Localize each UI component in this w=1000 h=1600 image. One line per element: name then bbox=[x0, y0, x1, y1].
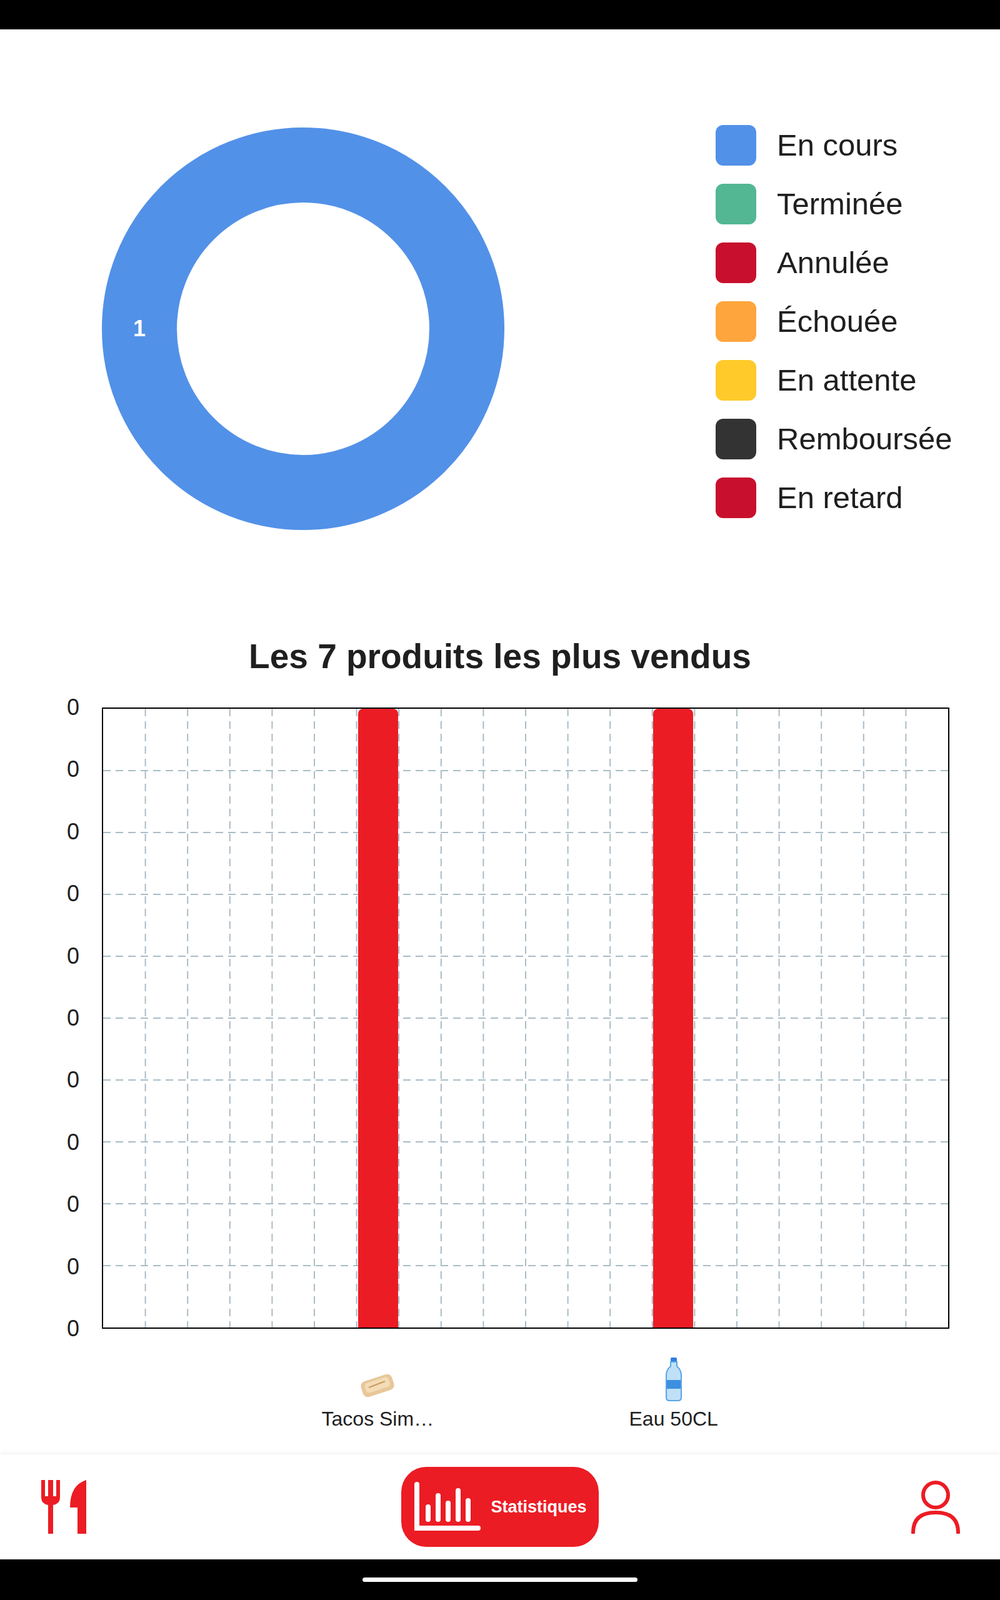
bar-chart-icon bbox=[413, 1481, 482, 1532]
legend-label: En retard bbox=[776, 482, 904, 514]
chart-title: Les 7 produits les plus vendus bbox=[0, 635, 1000, 677]
legend-label: En cours bbox=[776, 130, 898, 161]
donut-chart: 1 bbox=[101, 127, 505, 530]
grid bbox=[103, 708, 949, 1328]
nav-item[interactable] bbox=[38, 1478, 90, 1535]
nav-item[interactable]: Statistiques bbox=[401, 1466, 599, 1547]
product-name: Eau 50CL bbox=[629, 1406, 719, 1432]
legend-label: Remboursée bbox=[776, 423, 953, 455]
legend-item: En retard bbox=[715, 477, 953, 519]
y-tick: 0 bbox=[66, 820, 80, 844]
water-bottle-icon bbox=[664, 1357, 684, 1402]
y-tick: 0 bbox=[66, 945, 80, 968]
legend-item: Annulée bbox=[715, 242, 953, 284]
legend-swatch bbox=[715, 418, 757, 460]
y-tick: 0 bbox=[66, 1255, 80, 1279]
legend-item: En attente bbox=[715, 360, 953, 401]
legend-swatch bbox=[715, 301, 757, 342]
legend-swatch bbox=[715, 360, 757, 401]
legend-item: Échouée bbox=[715, 301, 953, 342]
legend-swatch bbox=[715, 242, 757, 284]
segment-value: 1 bbox=[133, 317, 146, 340]
bar[interactable] bbox=[653, 708, 694, 1328]
gesture-bar bbox=[0, 1559, 1000, 1600]
nav-item[interactable] bbox=[910, 1478, 962, 1535]
y-tick: 0 bbox=[66, 1317, 80, 1340]
tacos-icon bbox=[357, 1368, 398, 1402]
product-name: Tacos Sim… bbox=[321, 1406, 435, 1432]
legend-item: Terminée bbox=[715, 183, 953, 225]
statistics-page: 1 En cours Terminée Annulée Échouée En atten… bbox=[0, 29, 1000, 1455]
y-tick: 0 bbox=[66, 1193, 80, 1216]
legend-item: En cours bbox=[715, 125, 953, 166]
legend-label: Terminée bbox=[776, 188, 904, 220]
product-label: Eau 50CL bbox=[653, 1357, 694, 1432]
legend: En cours Terminée Annulée Échouée En attente… bbox=[715, 125, 953, 530]
legend-label: Échouée bbox=[776, 306, 898, 337]
product-label: Tacos Sim… bbox=[357, 1357, 398, 1432]
bars bbox=[103, 708, 949, 1328]
legend-swatch bbox=[715, 183, 757, 225]
y-tick: 0 bbox=[66, 758, 80, 781]
orders-status-section: 1 En cours Terminée Annulée Échouée En atten… bbox=[0, 127, 1000, 530]
home-indicator[interactable] bbox=[362, 1577, 638, 1582]
x-axis: Tacos Sim… Eau 50CL bbox=[101, 1357, 950, 1432]
y-tick: 0 bbox=[66, 1068, 80, 1092]
y-tick: 0 bbox=[66, 1006, 80, 1030]
person-icon bbox=[910, 1480, 961, 1534]
bottom-navigation: Statistiques bbox=[0, 1454, 1000, 1560]
status-bar bbox=[0, 0, 1000, 30]
bar[interactable] bbox=[358, 708, 399, 1328]
bar-chart: 00000000000 bbox=[0, 707, 1000, 1340]
fork-knife-icon bbox=[38, 1478, 90, 1535]
y-tick: 0 bbox=[66, 1131, 80, 1154]
legend-label: En attente bbox=[776, 365, 917, 396]
y-axis: 0 0 0 0 0 0 0 0 0 0 0 bbox=[0, 696, 102, 1340]
legend-label: Annulée bbox=[776, 247, 890, 279]
legend-swatch bbox=[715, 477, 757, 519]
legend-swatch bbox=[715, 125, 757, 166]
donut-svg bbox=[101, 127, 505, 530]
legend-item: Remboursée bbox=[715, 418, 953, 460]
y-tick: 0 bbox=[66, 696, 80, 719]
plot-area bbox=[101, 707, 950, 1329]
nav-label: Statistiques bbox=[490, 1494, 587, 1520]
y-tick: 0 bbox=[66, 882, 80, 905]
donut-segment[interactable] bbox=[139, 165, 467, 493]
